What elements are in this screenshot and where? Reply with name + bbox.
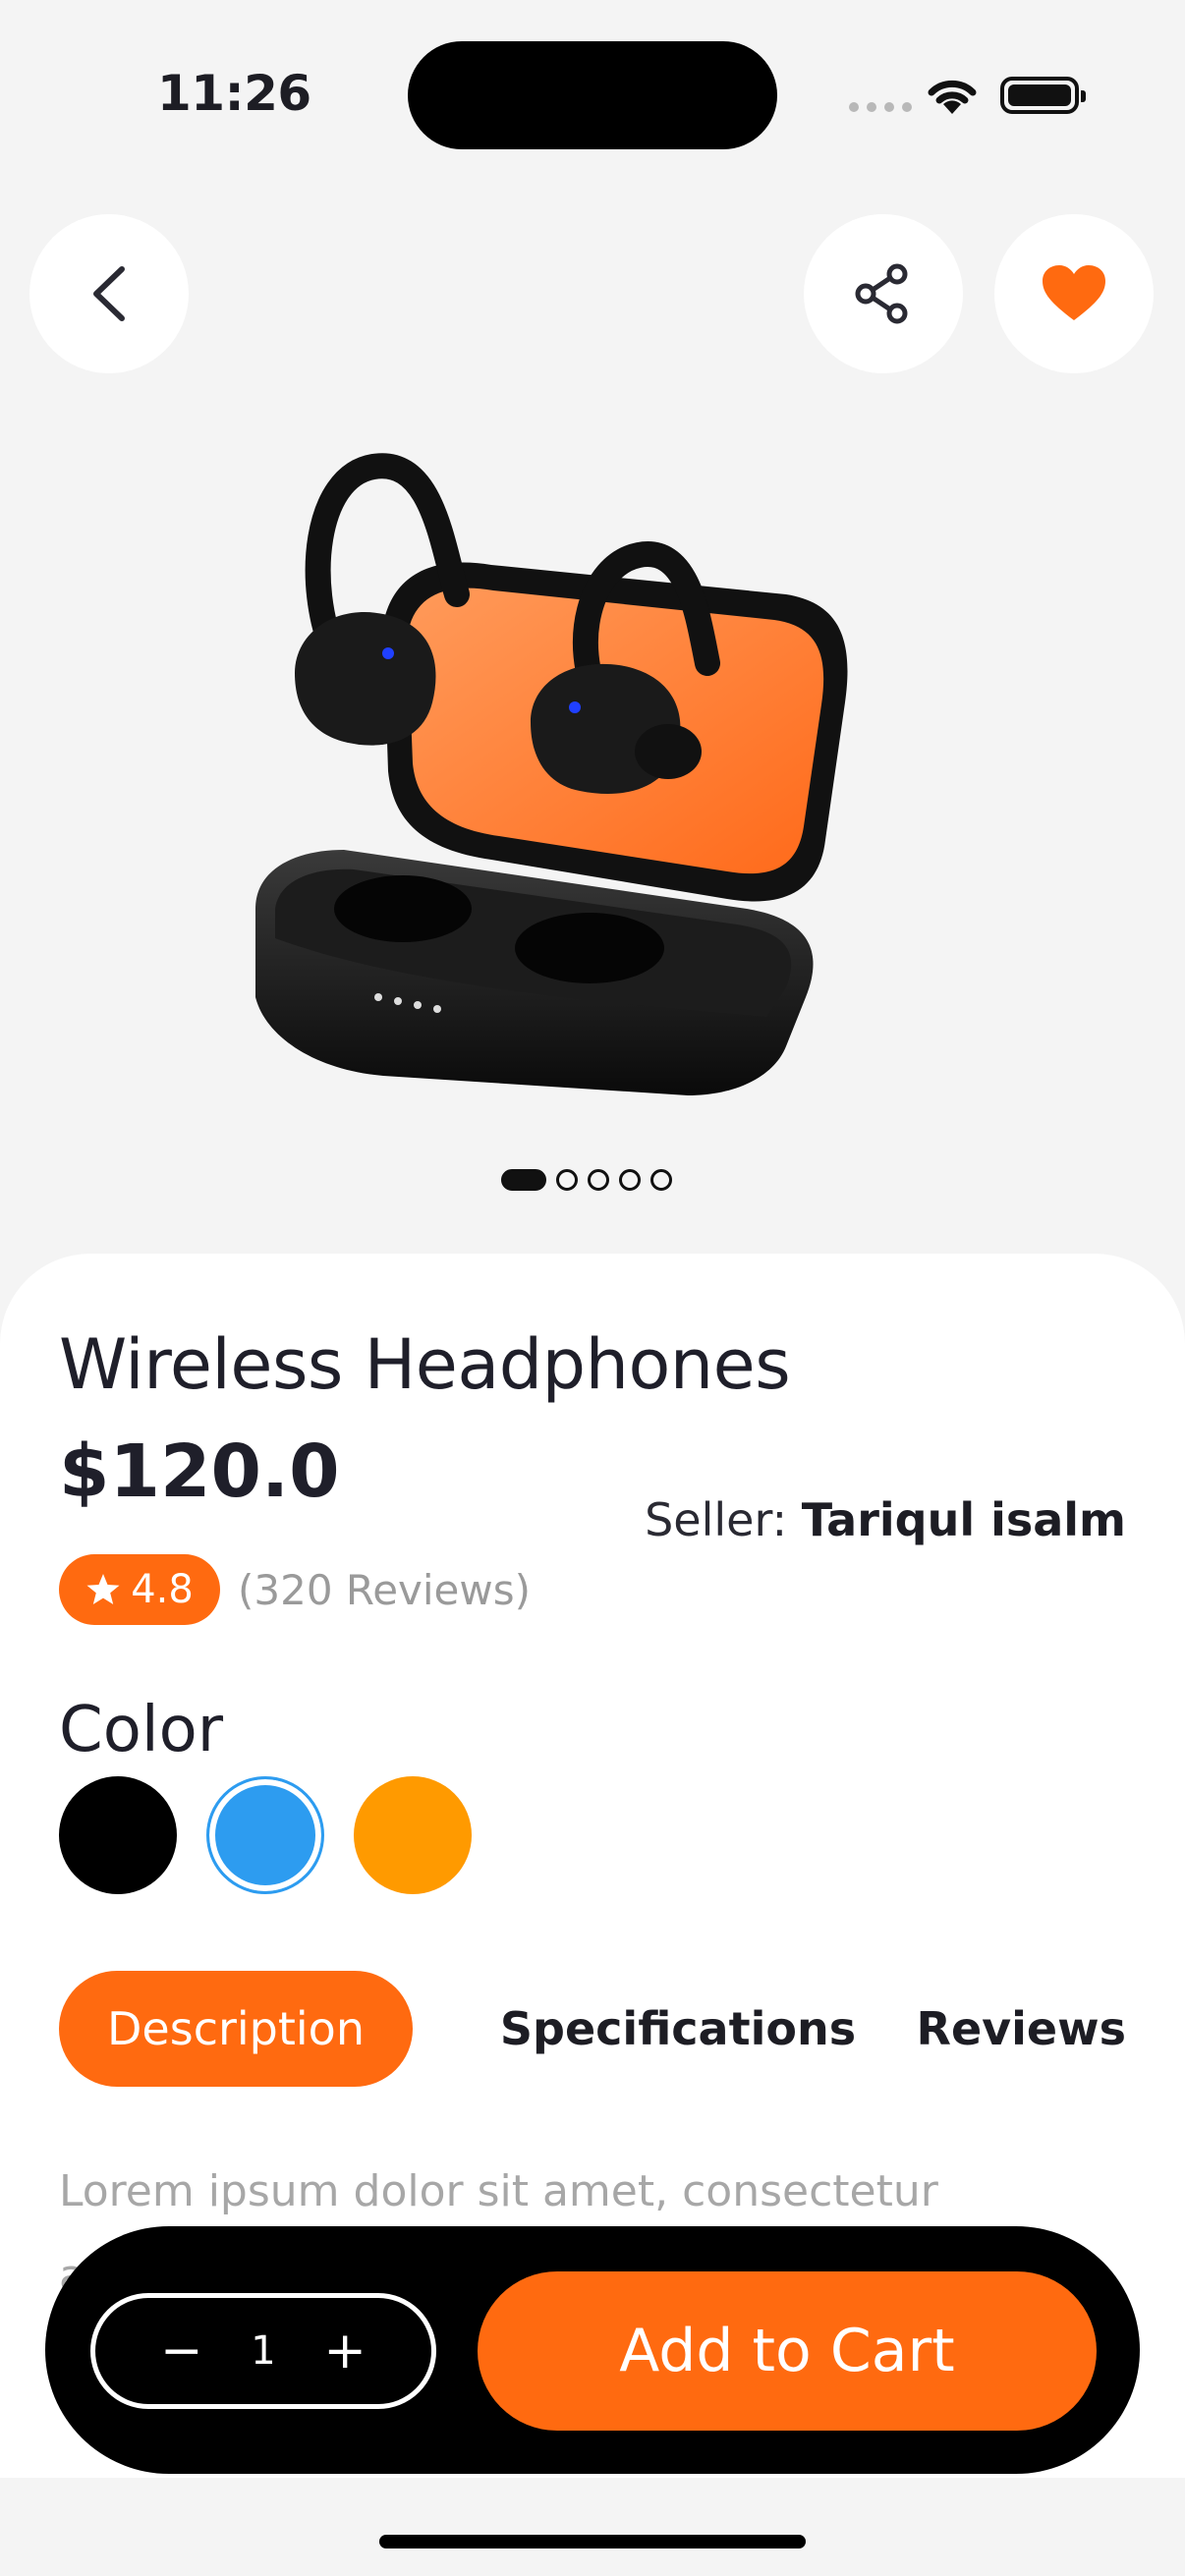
wifi-icon [928, 80, 977, 114]
product-image [255, 453, 848, 1095]
add-to-cart-button[interactable]: Add to Cart [478, 2271, 1097, 2431]
tab-description[interactable]: Description [59, 1971, 413, 2087]
quantity-stepper: − 1 + [90, 2293, 436, 2409]
rating-badge: 4.8 [59, 1554, 220, 1625]
tab-specifications[interactable]: Specifications [491, 1971, 865, 2087]
share-icon [855, 263, 908, 324]
decrement-button[interactable]: − [160, 2325, 203, 2377]
favorite-button[interactable] [994, 214, 1154, 373]
quantity-value: 1 [251, 2328, 276, 2374]
increment-button[interactable]: + [323, 2325, 367, 2377]
rating-value: 4.8 [131, 1567, 194, 1612]
pagination-dot[interactable] [619, 1169, 641, 1191]
color-swatch-black[interactable] [59, 1776, 177, 1894]
color-swatch-blue-selected[interactable] [206, 1776, 324, 1894]
seller-label: Seller: [645, 1493, 788, 1546]
home-indicator[interactable] [379, 2535, 806, 2548]
product-price: $120.0 [59, 1429, 340, 1514]
status-time: 11:26 [157, 65, 311, 122]
color-swatch-orange[interactable] [354, 1776, 472, 1894]
pagination-dot[interactable] [588, 1169, 609, 1191]
star-icon [86, 1574, 120, 1604]
battery-icon [1000, 77, 1086, 114]
pagination-dot[interactable] [650, 1169, 672, 1191]
tab-reviews[interactable]: Reviews [914, 1971, 1126, 2087]
seller-name[interactable]: Tariqul isalm [802, 1493, 1126, 1546]
heart-icon [1043, 265, 1105, 320]
reviews-count[interactable]: (320 Reviews) [238, 1566, 531, 1614]
chevron-left-icon [93, 266, 125, 321]
pagination-dot-active[interactable] [501, 1169, 546, 1191]
signal-icon [849, 102, 912, 112]
share-button[interactable] [804, 214, 963, 373]
image-pagination[interactable] [501, 1169, 672, 1191]
back-button[interactable] [29, 214, 189, 373]
dynamic-island [408, 41, 777, 149]
color-label: Color [59, 1694, 224, 1766]
pagination-dot[interactable] [556, 1169, 578, 1191]
seller-info: Seller: Tariqul isalm [645, 1493, 1126, 1546]
product-title: Wireless Headphones [59, 1324, 791, 1405]
